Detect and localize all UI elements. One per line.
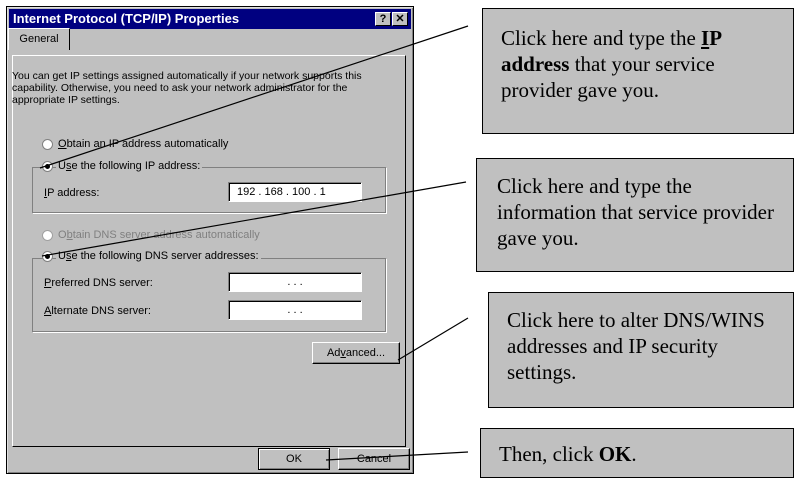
pointer-line-ip — [39, 25, 469, 169]
callout-pointer-lines — [39, 25, 469, 461]
pointer-line-advanced — [397, 317, 469, 361]
tab-general[interactable]: General — [8, 28, 70, 50]
pointer-line-ok — [325, 451, 469, 461]
pointer-line-dns — [41, 181, 467, 257]
tab-general-label: General — [19, 33, 59, 45]
